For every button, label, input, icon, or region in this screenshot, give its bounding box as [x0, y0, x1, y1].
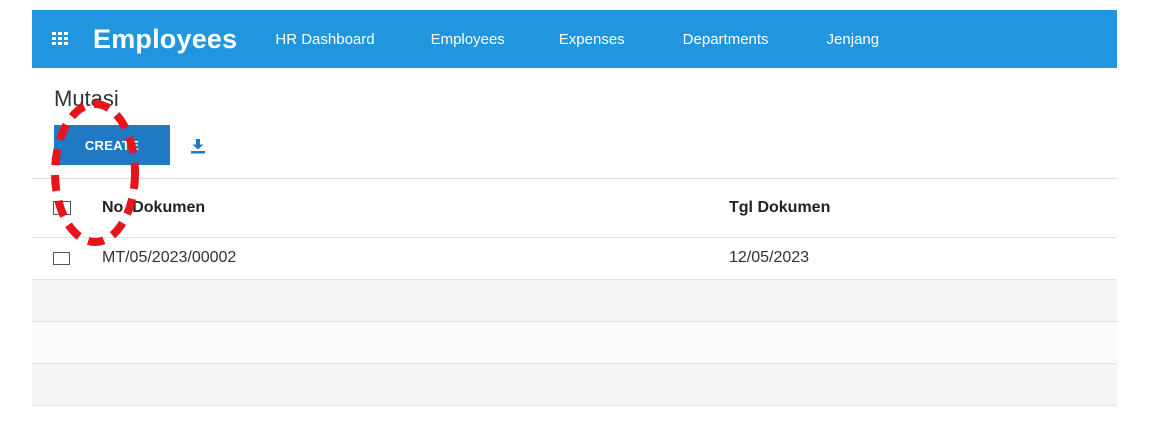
column-header-tgl-dokumen[interactable]: Tgl Dokumen: [729, 199, 830, 217]
empty-row: [32, 280, 1117, 322]
menu-item-hr-dashboard[interactable]: HR Dashboard: [275, 31, 374, 48]
app-window: Employees HR Dashboard Employees Expense…: [32, 10, 1117, 425]
empty-row: [32, 322, 1117, 364]
apps-grid-icon[interactable]: [52, 32, 68, 46]
menu-item-expenses[interactable]: Expenses: [559, 31, 625, 48]
empty-row: [32, 364, 1117, 406]
menu-item-departments[interactable]: Departments: [683, 31, 769, 48]
menu-item-jenjang[interactable]: Jenjang: [827, 31, 880, 48]
table-row[interactable]: MT/05/2023/00002 12/05/2023: [32, 238, 1117, 280]
menu-item-employees[interactable]: Employees: [431, 31, 505, 48]
row-checkbox[interactable]: [53, 252, 70, 265]
app-brand[interactable]: Employees: [93, 24, 237, 55]
create-button[interactable]: CREATE: [54, 125, 170, 165]
column-header-no-dokumen[interactable]: No. Dokumen: [102, 199, 205, 217]
select-all-checkbox[interactable]: [53, 201, 71, 215]
download-icon[interactable]: [190, 138, 206, 154]
top-navbar: Employees HR Dashboard Employees Expense…: [32, 10, 1117, 68]
list-table: No. Dokumen Tgl Dokumen MT/05/2023/00002…: [32, 178, 1117, 406]
cell-no-dokumen: MT/05/2023/00002: [102, 249, 237, 266]
page-title: Mutasi: [54, 86, 119, 111]
cell-tgl-dokumen: 12/05/2023: [729, 249, 810, 266]
table-header: No. Dokumen Tgl Dokumen: [32, 178, 1117, 238]
